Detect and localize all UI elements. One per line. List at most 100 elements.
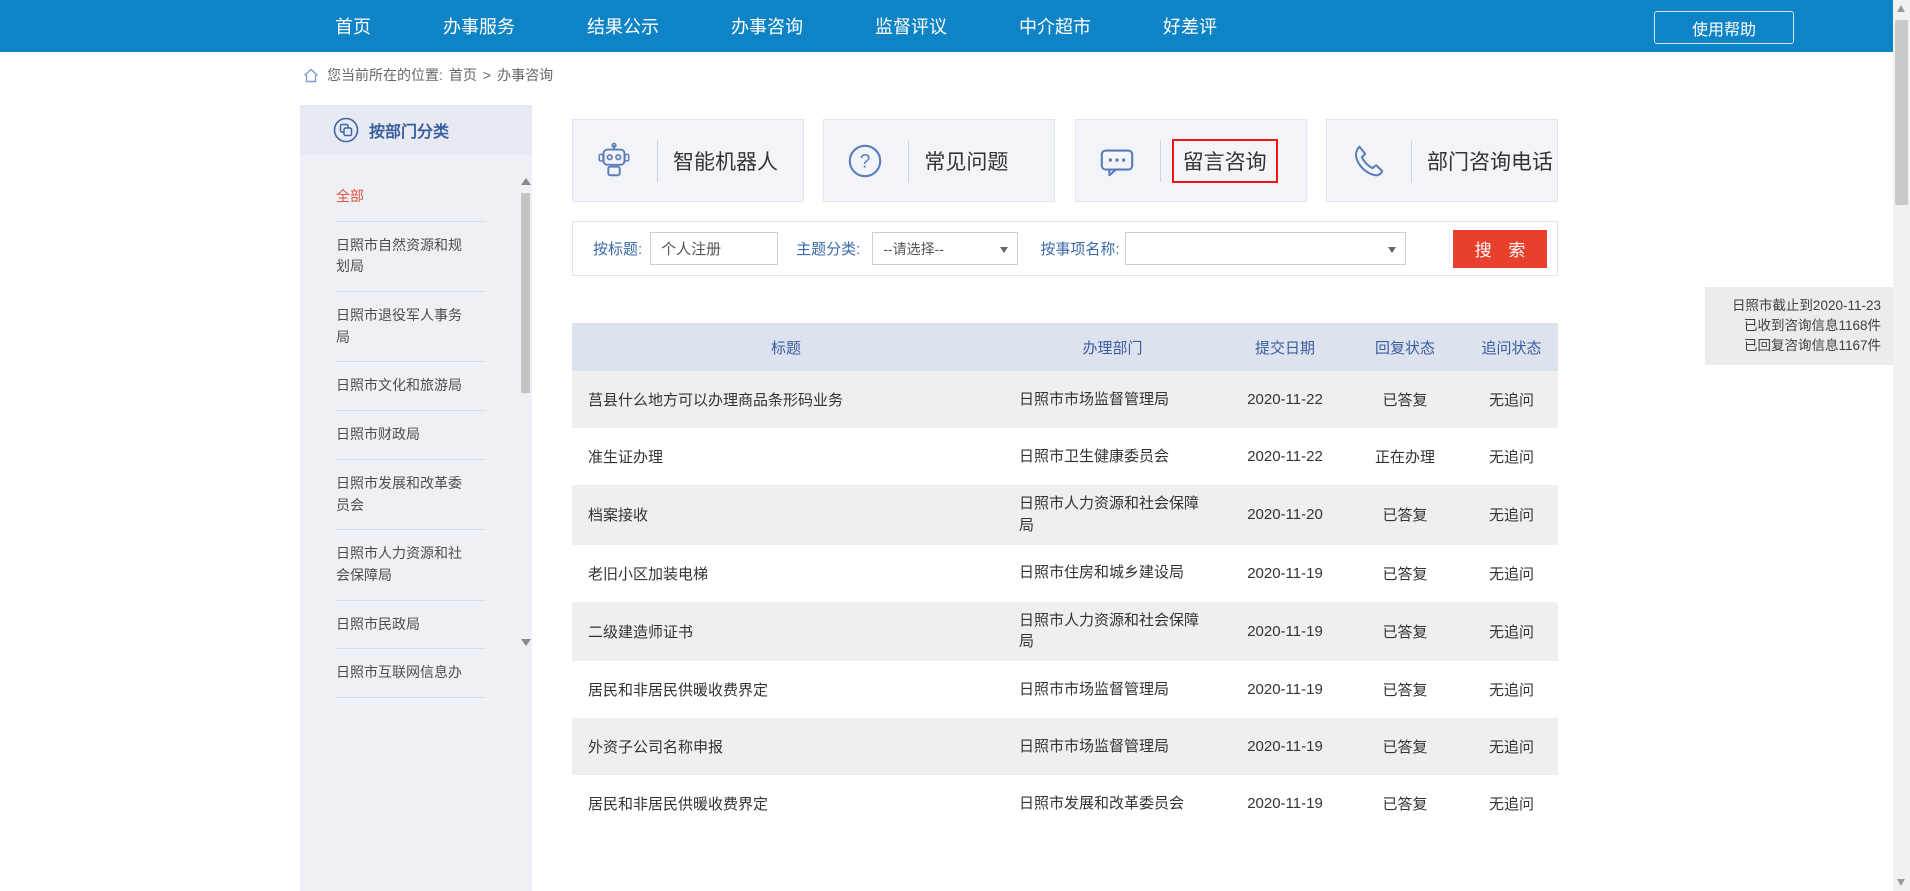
phone-icon xyxy=(1349,142,1387,180)
breadcrumb-prefix: 您当前所在的位置: xyxy=(327,65,443,85)
sidebar-item-development-reform[interactable]: 日照市发展和改革委员会 xyxy=(336,460,486,530)
cell-title[interactable]: 莒县什么地方可以办理商品条形码业务 xyxy=(572,389,1000,410)
title-search-input[interactable] xyxy=(650,232,778,265)
sidebar-scroll-up-icon[interactable] xyxy=(521,178,531,185)
scroll-down-icon[interactable] xyxy=(1897,879,1905,886)
sidebar-item-finance[interactable]: 日照市财政局 xyxy=(336,411,486,460)
robot-icon xyxy=(595,142,633,180)
sidebar-item-civil-affairs[interactable]: 日照市民政局 xyxy=(336,601,486,650)
cell-date: 2020-11-20 xyxy=(1225,506,1345,523)
cell-department: 日照市人力资源和社会保障局 xyxy=(1000,602,1225,662)
cell-title[interactable]: 准生证办理 xyxy=(572,446,1000,467)
header-submit-date: 提交日期 xyxy=(1225,337,1345,358)
cell-title[interactable]: 档案接收 xyxy=(572,504,1000,525)
cell-department: 日照市住房和城乡建设局 xyxy=(1000,554,1225,592)
svg-text:?: ? xyxy=(860,151,871,172)
cell-department: 日照市卫生健康委员会 xyxy=(1000,438,1225,476)
table-row[interactable]: 外资子公司名称申报 日照市市场监督管理局 2020-11-19 已答复 无追问 xyxy=(572,718,1558,775)
scroll-up-icon[interactable] xyxy=(1897,5,1905,12)
nav-item-results[interactable]: 结果公示 xyxy=(587,13,659,39)
cell-followup-status: 无追问 xyxy=(1465,563,1558,584)
chevron-down-icon xyxy=(1388,247,1396,253)
message-icon xyxy=(1098,142,1136,180)
topic-filter-label: 主题分类: xyxy=(796,238,860,259)
table-row[interactable]: 居民和非居民供暖收费界定 日照市市场监督管理局 2020-11-19 已答复 无… xyxy=(572,661,1558,718)
tab-divider xyxy=(1411,140,1412,182)
cell-department: 日照市市场监督管理局 xyxy=(1000,728,1225,766)
cell-date: 2020-11-22 xyxy=(1225,448,1345,465)
sidebar-item-natural-resources[interactable]: 日照市自然资源和规划局 xyxy=(336,222,486,292)
cell-title[interactable]: 外资子公司名称申报 xyxy=(572,736,1000,757)
cell-department: 日照市发展和改革委员会 xyxy=(1000,785,1225,823)
cell-followup-status: 无追问 xyxy=(1465,389,1558,410)
cell-reply-status: 已答复 xyxy=(1345,504,1465,525)
scrollbar-thumb[interactable] xyxy=(1895,20,1908,205)
topic-select[interactable]: --请选择-- xyxy=(872,232,1018,265)
breadcrumb-current: 办事咨询 xyxy=(497,65,553,85)
stats-line-replied: 已回复咨询信息1167件 xyxy=(1717,336,1881,356)
main-content: 智能机器人 ? 常见问题 留言咨询 xyxy=(572,119,1558,832)
search-button[interactable]: 搜 索 xyxy=(1453,230,1547,268)
cell-title[interactable]: 居民和非居民供暖收费界定 xyxy=(572,793,1000,814)
table-row[interactable]: 居民和非居民供暖收费界定 日照市发展和改革委员会 2020-11-19 已答复 … xyxy=(572,775,1558,832)
sidebar-scrollbar-thumb[interactable] xyxy=(521,193,530,393)
consultation-stats-box: 日照市截止到2020-11-23 已收到咨询信息1168件 已回复咨询信息116… xyxy=(1705,287,1893,365)
item-name-select[interactable] xyxy=(1125,232,1406,265)
nav-item-services[interactable]: 办事服务 xyxy=(443,13,515,39)
cell-department: 日照市人力资源和社会保障局 xyxy=(1000,485,1225,545)
header-followup-status: 追问状态 xyxy=(1465,337,1558,358)
cell-date: 2020-11-19 xyxy=(1225,795,1345,812)
item-filter-label: 按事项名称: xyxy=(1040,238,1119,259)
sidebar-title: 按部门分类 xyxy=(369,118,449,142)
table-header-row: 标题 办理部门 提交日期 回复状态 追问状态 xyxy=(572,323,1558,371)
sidebar-item-human-resources[interactable]: 日照市人力资源和社会保障局 xyxy=(336,530,486,600)
nav-item-home[interactable]: 首页 xyxy=(335,13,371,39)
breadcrumb-home-link[interactable]: 首页 xyxy=(449,65,477,85)
cell-followup-status: 无追问 xyxy=(1465,793,1558,814)
cell-reply-status: 已答复 xyxy=(1345,793,1465,814)
sidebar-item-veterans[interactable]: 日照市退役军人事务局 xyxy=(336,292,486,362)
nav-item-consult[interactable]: 办事咨询 xyxy=(731,13,803,39)
breadcrumb-separator: > xyxy=(483,67,491,83)
consultation-table: 标题 办理部门 提交日期 回复状态 追问状态 莒县什么地方可以办理商品条形码业务… xyxy=(572,323,1558,832)
stats-line-date: 日照市截止到2020-11-23 xyxy=(1717,296,1881,316)
cell-title[interactable]: 二级建造师证书 xyxy=(572,621,1000,642)
sidebar-item-all[interactable]: 全部 xyxy=(336,173,486,222)
cell-followup-status: 无追问 xyxy=(1465,736,1558,757)
tab-faq[interactable]: ? 常见问题 xyxy=(823,119,1055,202)
browser-scrollbar[interactable] xyxy=(1893,0,1910,891)
header-department: 办理部门 xyxy=(1000,337,1225,358)
nav-item-agency-market[interactable]: 中介超市 xyxy=(1019,13,1091,39)
cell-title[interactable]: 居民和非居民供暖收费界定 xyxy=(572,679,1000,700)
sidebar-item-internet-info[interactable]: 日照市互联网信息办 xyxy=(336,649,486,698)
title-filter-label: 按标题: xyxy=(593,238,642,259)
page: 首页 办事服务 结果公示 办事咨询 监督评议 中介超市 好差评 使用帮助 您当前… xyxy=(0,0,1910,891)
tab-label-department-phone: 部门咨询电话 xyxy=(1427,146,1553,176)
sidebar-item-culture-tourism[interactable]: 日照市文化和旅游局 xyxy=(336,362,486,411)
category-icon xyxy=(333,117,359,143)
nav-item-rating[interactable]: 好差评 xyxy=(1163,13,1217,39)
cell-department: 日照市市场监督管理局 xyxy=(1000,671,1225,709)
table-row[interactable]: 老旧小区加装电梯 日照市住房和城乡建设局 2020-11-19 已答复 无追问 xyxy=(572,545,1558,602)
tab-message-consult[interactable]: 留言咨询 xyxy=(1075,119,1307,202)
cell-date: 2020-11-19 xyxy=(1225,565,1345,582)
breadcrumb: 您当前所在的位置: 首页 > 办事咨询 xyxy=(0,52,1893,98)
table-row[interactable]: 准生证办理 日照市卫生健康委员会 2020-11-22 正在办理 无追问 xyxy=(572,428,1558,485)
table-row[interactable]: 二级建造师证书 日照市人力资源和社会保障局 2020-11-19 已答复 无追问 xyxy=(572,602,1558,662)
cell-title[interactable]: 老旧小区加装电梯 xyxy=(572,563,1000,584)
tab-divider xyxy=(908,140,909,182)
top-navbar: 首页 办事服务 结果公示 办事咨询 监督评议 中介超市 好差评 使用帮助 xyxy=(0,0,1893,52)
cell-reply-status: 已答复 xyxy=(1345,563,1465,584)
cell-followup-status: 无追问 xyxy=(1465,446,1558,467)
help-button[interactable]: 使用帮助 xyxy=(1654,11,1794,44)
sidebar-scroll-down-icon[interactable] xyxy=(521,639,531,646)
table-row[interactable]: 莒县什么地方可以办理商品条形码业务 日照市市场监督管理局 2020-11-22 … xyxy=(572,371,1558,428)
table-row[interactable]: 档案接收 日照市人力资源和社会保障局 2020-11-20 已答复 无追问 xyxy=(572,485,1558,545)
cell-date: 2020-11-19 xyxy=(1225,738,1345,755)
nav-item-supervision[interactable]: 监督评议 xyxy=(875,13,947,39)
department-list: 全部 日照市自然资源和规划局 日照市退役军人事务局 日照市文化和旅游局 日照市财… xyxy=(300,155,532,698)
tab-smart-robot[interactable]: 智能机器人 xyxy=(572,119,804,202)
tab-label-faq: 常见问题 xyxy=(924,146,1008,176)
header-title: 标题 xyxy=(572,337,1000,358)
tab-department-phone[interactable]: 部门咨询电话 xyxy=(1326,119,1558,202)
